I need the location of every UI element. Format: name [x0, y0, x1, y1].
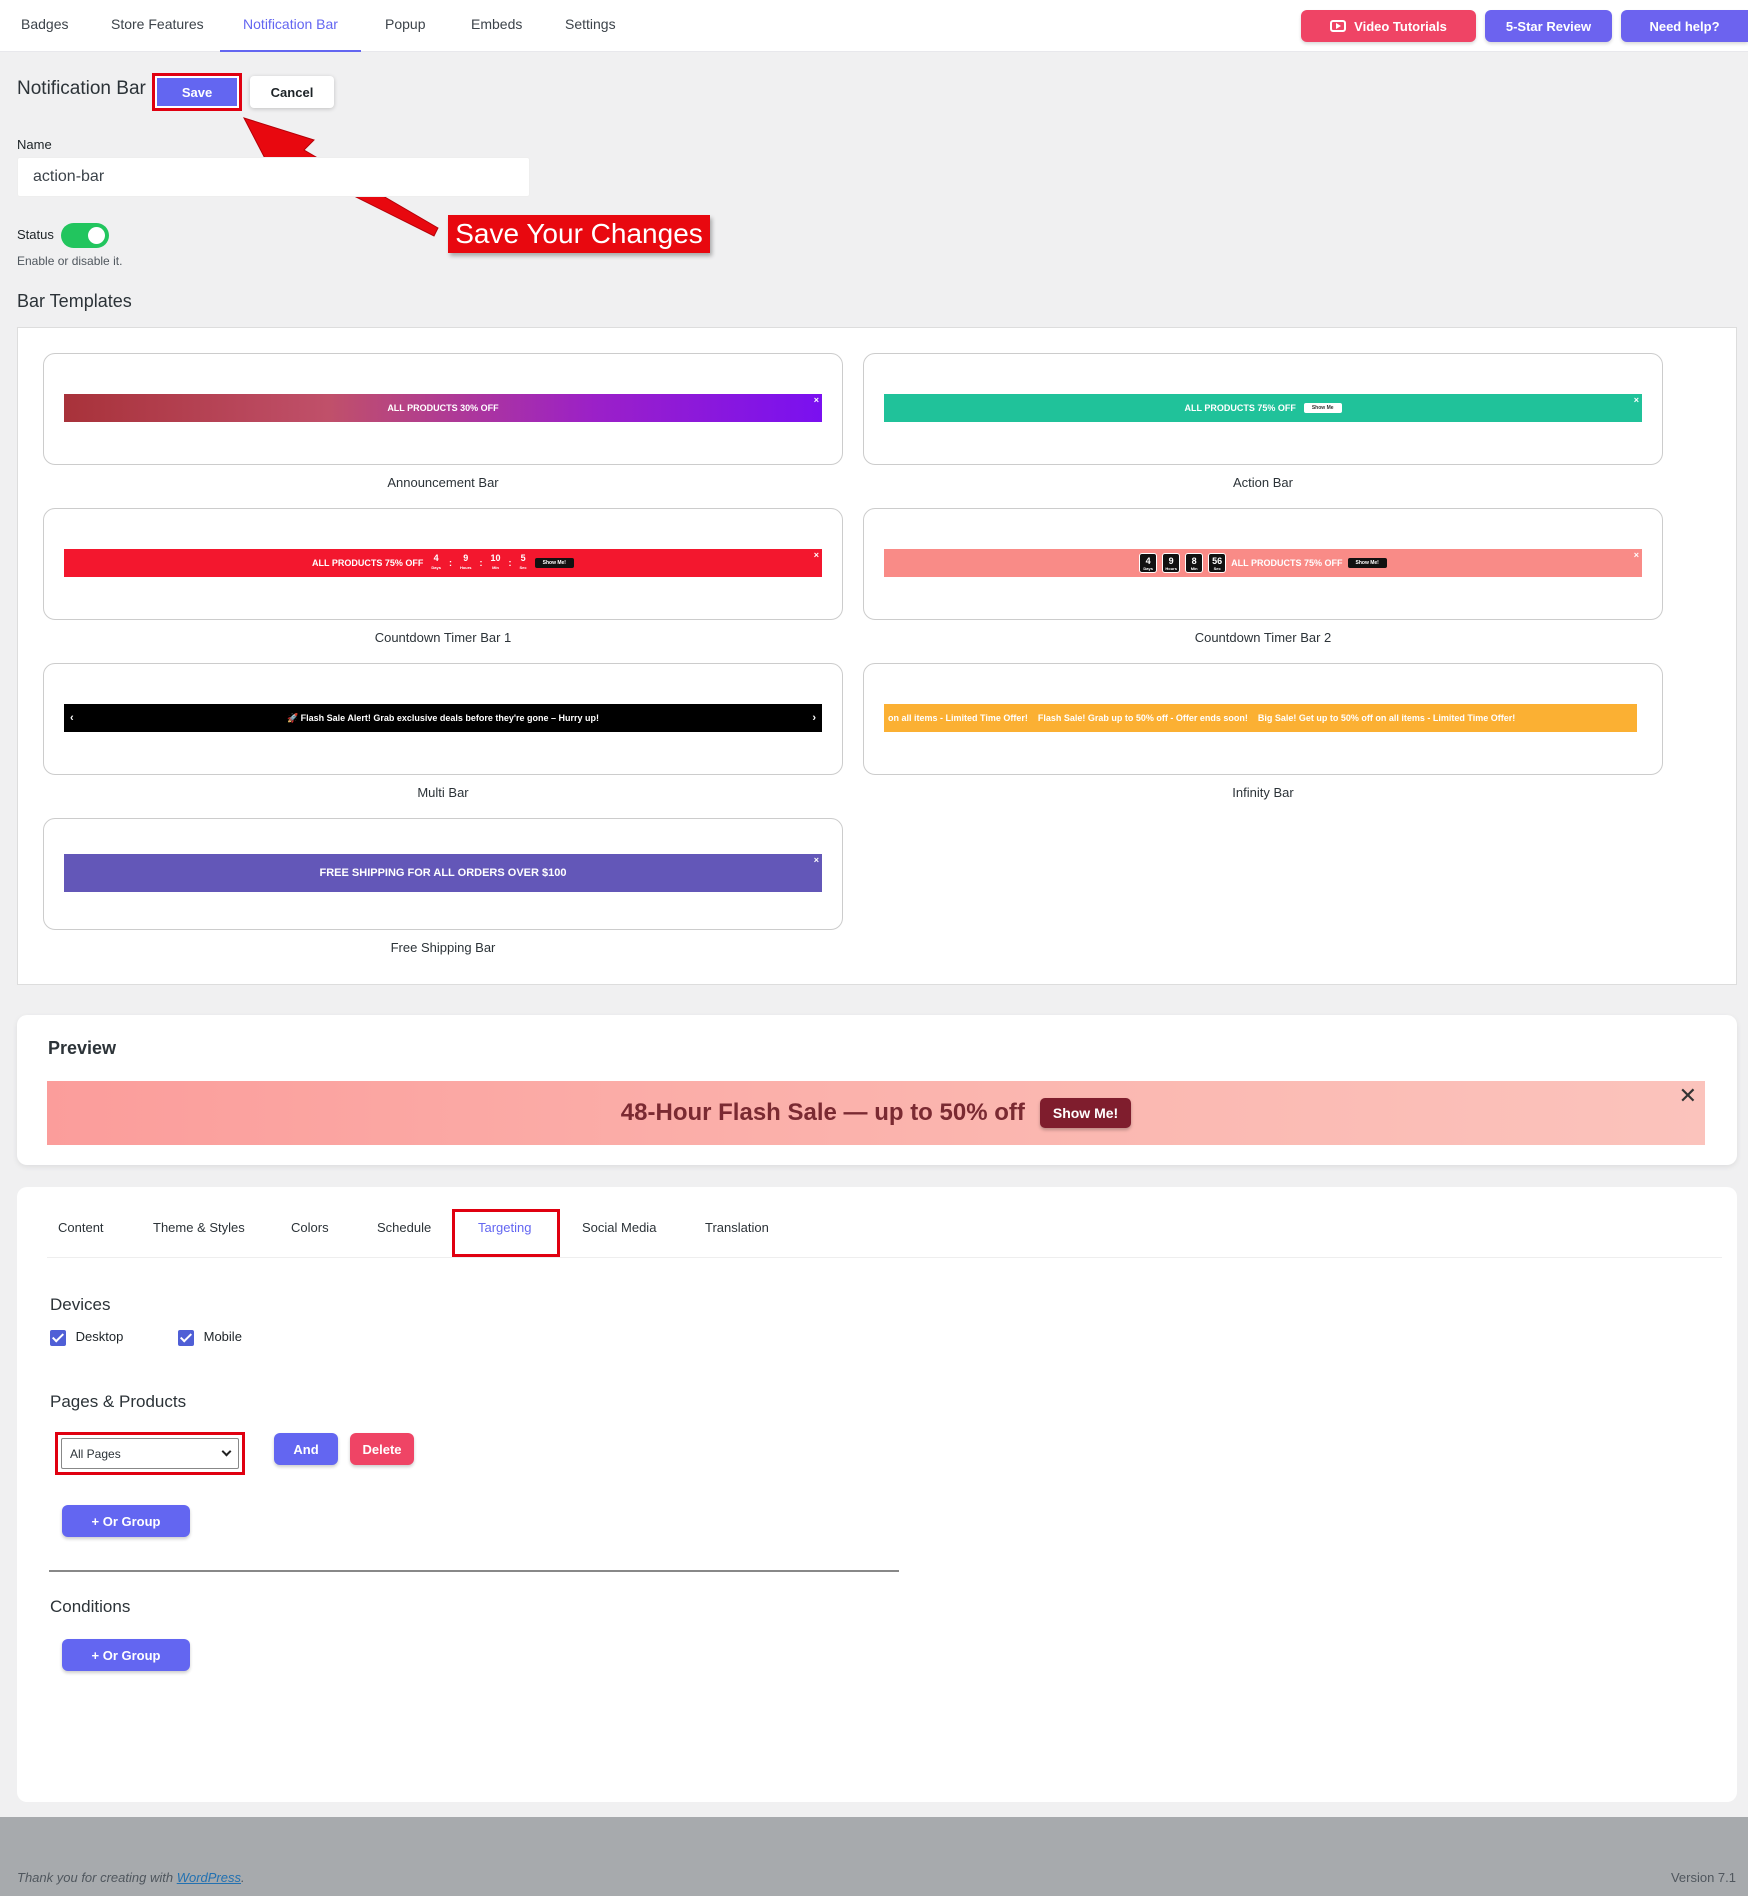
devices-title: Devices	[50, 1295, 111, 1314]
conditions-title: Conditions	[50, 1597, 131, 1616]
tab-targeting[interactable]: Targeting	[478, 1220, 531, 1235]
footer-period: .	[241, 1870, 245, 1885]
version-text: Version 7.1	[1670, 1870, 1736, 1885]
section-divider	[49, 1570, 899, 1572]
annotation-arrow	[243, 117, 439, 237]
close-icon: ×	[813, 550, 819, 560]
desktop-label: Desktop	[75, 1329, 124, 1344]
announcement-bar-preview: ALL PRODUCTS 30% OFF ×	[64, 394, 822, 422]
action-text: ALL PRODUCTS 75% OFF	[1184, 403, 1296, 413]
mobile-checkbox[interactable]	[178, 1329, 194, 1346]
template-label-action: Action Bar	[1233, 475, 1293, 490]
countdown2-text: ALL PRODUCTS 75% OFF	[1231, 558, 1343, 568]
tab-colors[interactable]: Colors	[291, 1220, 329, 1235]
wordpress-link[interactable]: WordPress	[177, 1870, 241, 1885]
preview-text: 48-Hour Flash Sale — up to 50% off	[620, 1099, 1025, 1126]
desktop-option[interactable]: Desktop	[50, 1329, 123, 1346]
template-label-announcement: Announcement Bar	[387, 475, 499, 490]
infinity-text: on all items - Limited Time Offer! Flash…	[888, 713, 1516, 723]
chevron-down-icon	[221, 1446, 232, 1457]
countdown2-mins: 8 Min	[1185, 553, 1204, 573]
countdown1-show-me-button: Show Me!	[534, 558, 574, 568]
template-card-free-shipping[interactable]: FREE SHIPPING FOR ALL ORDERS OVER $100 ×	[43, 818, 843, 930]
pages-products-title: Pages & Products	[50, 1392, 187, 1411]
preview-bar: 48-Hour Flash Sale — up to 50% off Show …	[47, 1081, 1705, 1145]
countdown1-hours: 9 Hours	[459, 553, 472, 571]
footer: Thank you for creating with WordPress. V…	[0, 1817, 1748, 1896]
chevron-right-icon: ›	[812, 712, 816, 724]
tab-divider	[47, 1257, 1722, 1258]
and-button[interactable]: And	[274, 1433, 338, 1465]
multi-text: 🚀 Flash Sale Alert! Grab exclusive deals…	[286, 712, 600, 723]
free-shipping-text: FREE SHIPPING FOR ALL ORDERS OVER $100	[319, 867, 567, 879]
bar-templates-title: Bar Templates	[17, 291, 132, 311]
countdown1-text: ALL PRODUCTS 75% OFF	[312, 558, 424, 568]
free-shipping-bar-preview: FREE SHIPPING FOR ALL ORDERS OVER $100 ×	[64, 854, 822, 892]
page-select-highlight[interactable]: All Pages	[55, 1432, 245, 1475]
mobile-option[interactable]: Mobile	[178, 1329, 242, 1346]
close-icon: ×	[813, 395, 819, 405]
action-show-me-button: Show Me	[1303, 403, 1342, 413]
conditions-or-group-button[interactable]: + Or Group	[62, 1639, 190, 1671]
countdown2-bar-preview: 4 Days 9 Hours 8 Min 56 Sec ALL PRODUCTS 75%…	[884, 549, 1642, 577]
tab-translation[interactable]: Translation	[705, 1220, 769, 1235]
status-label: Status	[17, 227, 54, 242]
preview-panel: Preview 48-Hour Flash Sale — up to 50% o…	[17, 1015, 1737, 1165]
countdown1-days: 4 Days	[431, 553, 441, 571]
countdown1-mins: 10 Min	[490, 553, 501, 571]
template-card-infinity[interactable]: on all items - Limited Time Offer! Flash…	[863, 663, 1663, 775]
template-label-multi: Multi Bar	[417, 785, 469, 800]
delete-button[interactable]: Delete	[350, 1433, 414, 1465]
action-bar-preview: ALL PRODUCTS 75% OFF Show Me ×	[884, 394, 1642, 422]
footer-thanks-text: Thank you for creating with	[17, 1870, 177, 1885]
status-toggle[interactable]	[61, 223, 109, 248]
tab-social-media[interactable]: Social Media	[582, 1220, 656, 1235]
page-select[interactable]: All Pages	[61, 1438, 239, 1469]
preview-show-me-button[interactable]: Show Me!	[1039, 1098, 1132, 1128]
countdown2-days: 4 Days	[1139, 553, 1158, 573]
close-icon: ×	[1633, 395, 1639, 405]
countdown2-hours: 9 Hours	[1162, 553, 1181, 573]
countdown2-secs: 56 Sec	[1208, 553, 1227, 573]
save-changes-callout: Save Your Changes	[448, 215, 710, 253]
countdown2-show-me-button: Show Me!	[1347, 558, 1387, 568]
template-card-countdown-1[interactable]: ALL PRODUCTS 75% OFF 4 Days: 9 Hours: 10 Mi…	[43, 508, 843, 620]
template-card-multi[interactable]: ‹ 🚀 Flash Sale Alert! Grab exclusive dea…	[43, 663, 843, 775]
countdown1-secs: 5 Sec	[519, 553, 527, 571]
countdown1-bar-preview: ALL PRODUCTS 75% OFF 4 Days: 9 Hours: 10 Mi…	[64, 549, 822, 577]
status-help-text: Enable or disable it.	[17, 254, 123, 268]
name-label: Name	[17, 137, 52, 152]
template-label-free-shipping: Free Shipping Bar	[390, 940, 496, 955]
infinity-bar-preview: on all items - Limited Time Offer! Flash…	[884, 704, 1637, 732]
bar-templates-panel: ALL PRODUCTS 30% OFF × Announcement Bar …	[17, 327, 1737, 985]
tab-content[interactable]: Content	[58, 1220, 104, 1235]
announcement-text: ALL PRODUCTS 30% OFF	[387, 403, 499, 413]
desktop-checkbox[interactable]	[50, 1329, 66, 1346]
preview-title: Preview	[48, 1038, 117, 1058]
settings-panel: Content Theme & Styles Colors Schedule T…	[17, 1187, 1737, 1802]
template-card-action[interactable]: ALL PRODUCTS 75% OFF Show Me ×	[863, 353, 1663, 465]
tab-schedule[interactable]: Schedule	[377, 1220, 431, 1235]
multi-bar-preview: ‹ 🚀 Flash Sale Alert! Grab exclusive dea…	[64, 704, 822, 732]
close-icon[interactable]: ✕	[1679, 1083, 1697, 1109]
footer-thanks: Thank you for creating with WordPress.	[17, 1870, 245, 1885]
close-icon: ×	[813, 855, 819, 865]
tab-theme-styles[interactable]: Theme & Styles	[153, 1220, 245, 1235]
template-card-countdown-2[interactable]: 4 Days 9 Hours 8 Min 56 Sec ALL PRODUCTS 75%…	[863, 508, 1663, 620]
template-card-announcement[interactable]: ALL PRODUCTS 30% OFF ×	[43, 353, 843, 465]
or-group-button[interactable]: + Or Group	[62, 1505, 190, 1537]
mobile-label: Mobile	[203, 1329, 242, 1344]
template-label-infinity: Infinity Bar	[1232, 785, 1294, 800]
template-label-countdown-1: Countdown Timer Bar 1	[374, 630, 512, 645]
template-label-countdown-2: Countdown Timer Bar 2	[1194, 630, 1332, 645]
name-input[interactable]	[17, 157, 530, 197]
chevron-left-icon: ‹	[70, 712, 74, 724]
close-icon: ×	[1633, 550, 1639, 560]
page-select-value: All Pages	[70, 1446, 121, 1461]
